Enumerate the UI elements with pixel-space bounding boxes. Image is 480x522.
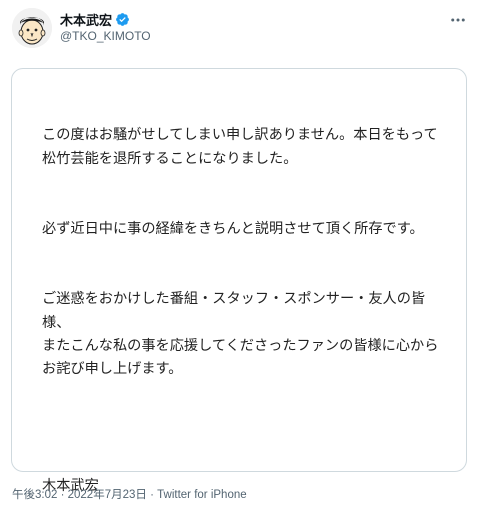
display-name[interactable]: 木本武宏 xyxy=(60,10,112,29)
tweet-metadata: 午後3:02 · 2022年7月23日 · Twitter for iPhone xyxy=(12,486,247,502)
avatar[interactable] xyxy=(12,8,52,48)
handle[interactable]: @TKO_KIMOTO xyxy=(60,29,151,43)
tweet: 木本武宏 @TKO_KIMOTO この度はお騒がせしてしまい申し訳ありません。本… xyxy=(0,0,480,509)
avatar-caricature-icon xyxy=(12,8,52,48)
statement-paragraph-1: この度はお騒がせしてしまい申し訳ありません。本日をもって松竹芸能を退所することに… xyxy=(42,127,438,167)
statement-text: この度はお騒がせしてしまい申し訳ありません。本日をもって松竹芸能を退所することに… xyxy=(42,101,442,522)
name-row: 木本武宏 xyxy=(60,10,130,29)
tweet-time[interactable]: 午後3:02 xyxy=(12,489,57,501)
statement-paragraph-3: ご迷惑をおかけした番組・スタッフ・スポンサー・友人の皆様、 またこんな私の事を応… xyxy=(42,291,439,378)
meta-separator: · xyxy=(146,489,158,501)
more-horizontal-icon xyxy=(451,18,465,22)
statement-image-card[interactable]: この度はお騒がせしてしまい申し訳ありません。本日をもって松竹芸能を退所することに… xyxy=(11,68,467,494)
tweet-date[interactable]: 2022年7月23日 xyxy=(68,489,147,501)
tweet-source: Twitter for iPhone xyxy=(157,489,247,501)
statement-paragraph-2: 必ず近日中に事の経緯をきちんと説明させて頂く所存です。 xyxy=(42,221,424,238)
more-options-button[interactable] xyxy=(448,10,468,30)
tweet-header: 木本武宏 @TKO_KIMOTO xyxy=(12,8,468,52)
meta-separator: · xyxy=(57,489,68,501)
verified-badge-icon xyxy=(116,12,129,26)
